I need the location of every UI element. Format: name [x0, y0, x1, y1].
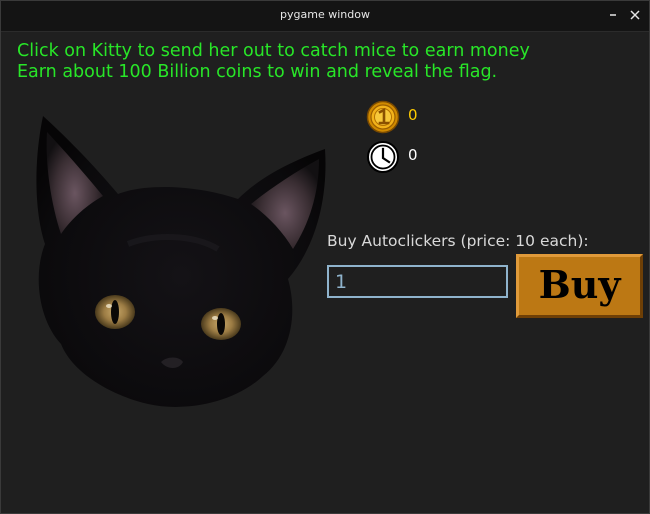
- buy-autoclickers-label: Buy Autoclickers (price: 10 each):: [327, 232, 589, 250]
- close-icon[interactable]: [627, 7, 643, 23]
- quantity-input[interactable]: [327, 265, 508, 298]
- title-bar: pygame window: [1, 1, 649, 32]
- instruction-line-2: Earn about 100 Billion coins to win and …: [17, 62, 498, 82]
- kitty-cat-image[interactable]: [33, 104, 333, 414]
- game-window: pygame window Click on Kitty to send her…: [0, 0, 650, 514]
- minimize-icon[interactable]: [605, 7, 621, 23]
- coin-count: 0: [408, 106, 418, 124]
- autoclicker-count: 0: [408, 146, 418, 164]
- coin-1-icon: [366, 100, 400, 134]
- game-canvas: Click on Kitty to send her out to catch …: [1, 32, 649, 513]
- clock-icon: [367, 141, 399, 173]
- window-title: pygame window: [280, 8, 370, 21]
- buy-button[interactable]: Buy: [516, 254, 643, 318]
- instruction-line-1: Click on Kitty to send her out to catch …: [17, 41, 530, 61]
